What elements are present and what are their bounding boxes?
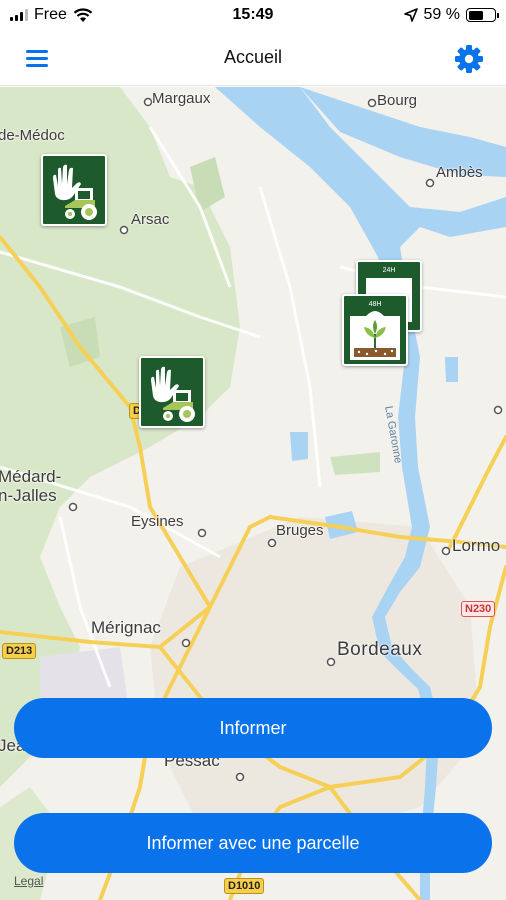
road-badge-d1010: D1010 — [224, 878, 265, 894]
marker-tractor-1[interactable] — [41, 154, 107, 226]
place-label-de-medoc: de-Médoc — [0, 127, 65, 144]
informer-parcelle-button[interactable]: Informer avec une parcelle — [14, 813, 492, 873]
map-view[interactable]: Margaux Bourg de-Médoc Ambès Arsac Médar… — [0, 87, 506, 900]
informer-button[interactable]: Informer — [14, 698, 492, 758]
marker-tractor-2[interactable] — [139, 356, 205, 428]
place-label-bruges: Bruges — [276, 522, 324, 539]
marker-seedling-48h[interactable]: 48H — [342, 294, 408, 366]
place-label-merignac: Mérignac — [91, 618, 161, 637]
settings-button[interactable] — [454, 44, 484, 74]
place-label-medard-line1: Médard- — [0, 467, 62, 486]
gear-icon — [455, 45, 483, 73]
battery-percent: 59 % — [423, 6, 460, 23]
place-label-lormont: Lormo — [452, 536, 501, 555]
status-right: 59 % — [403, 6, 499, 24]
page-title: Accueil — [223, 47, 283, 67]
marker-24h-label: 24H — [383, 267, 396, 274]
place-label-bordeaux: Bordeaux — [337, 639, 423, 660]
seedling-icon: 48H — [350, 301, 400, 360]
battery-icon — [466, 8, 499, 22]
place-label-medard-line2: n-Jalles — [0, 486, 57, 505]
place-label-bourg: Bourg — [377, 92, 418, 109]
battery-fill — [468, 10, 484, 20]
place-label-margaux: Margaux — [152, 90, 211, 107]
navigation-bar: Accueil — [0, 30, 506, 86]
road-badge-d213: D213 — [2, 643, 37, 659]
marker-48h-label: 48H — [369, 301, 382, 308]
status-bar: Free 15:49 59 % — [0, 0, 506, 30]
place-label-arsac: Arsac — [131, 211, 170, 228]
location-arrow-icon — [403, 8, 418, 22]
place-label-ambes: Ambès — [436, 164, 483, 181]
tractor-hand-icon — [53, 164, 97, 220]
place-label-eysines: Eysines — [131, 513, 184, 530]
tractor-hand-icon — [151, 366, 195, 422]
map-legal-link[interactable]: Legal — [14, 874, 43, 888]
road-badge-n230: N230 — [461, 601, 496, 617]
